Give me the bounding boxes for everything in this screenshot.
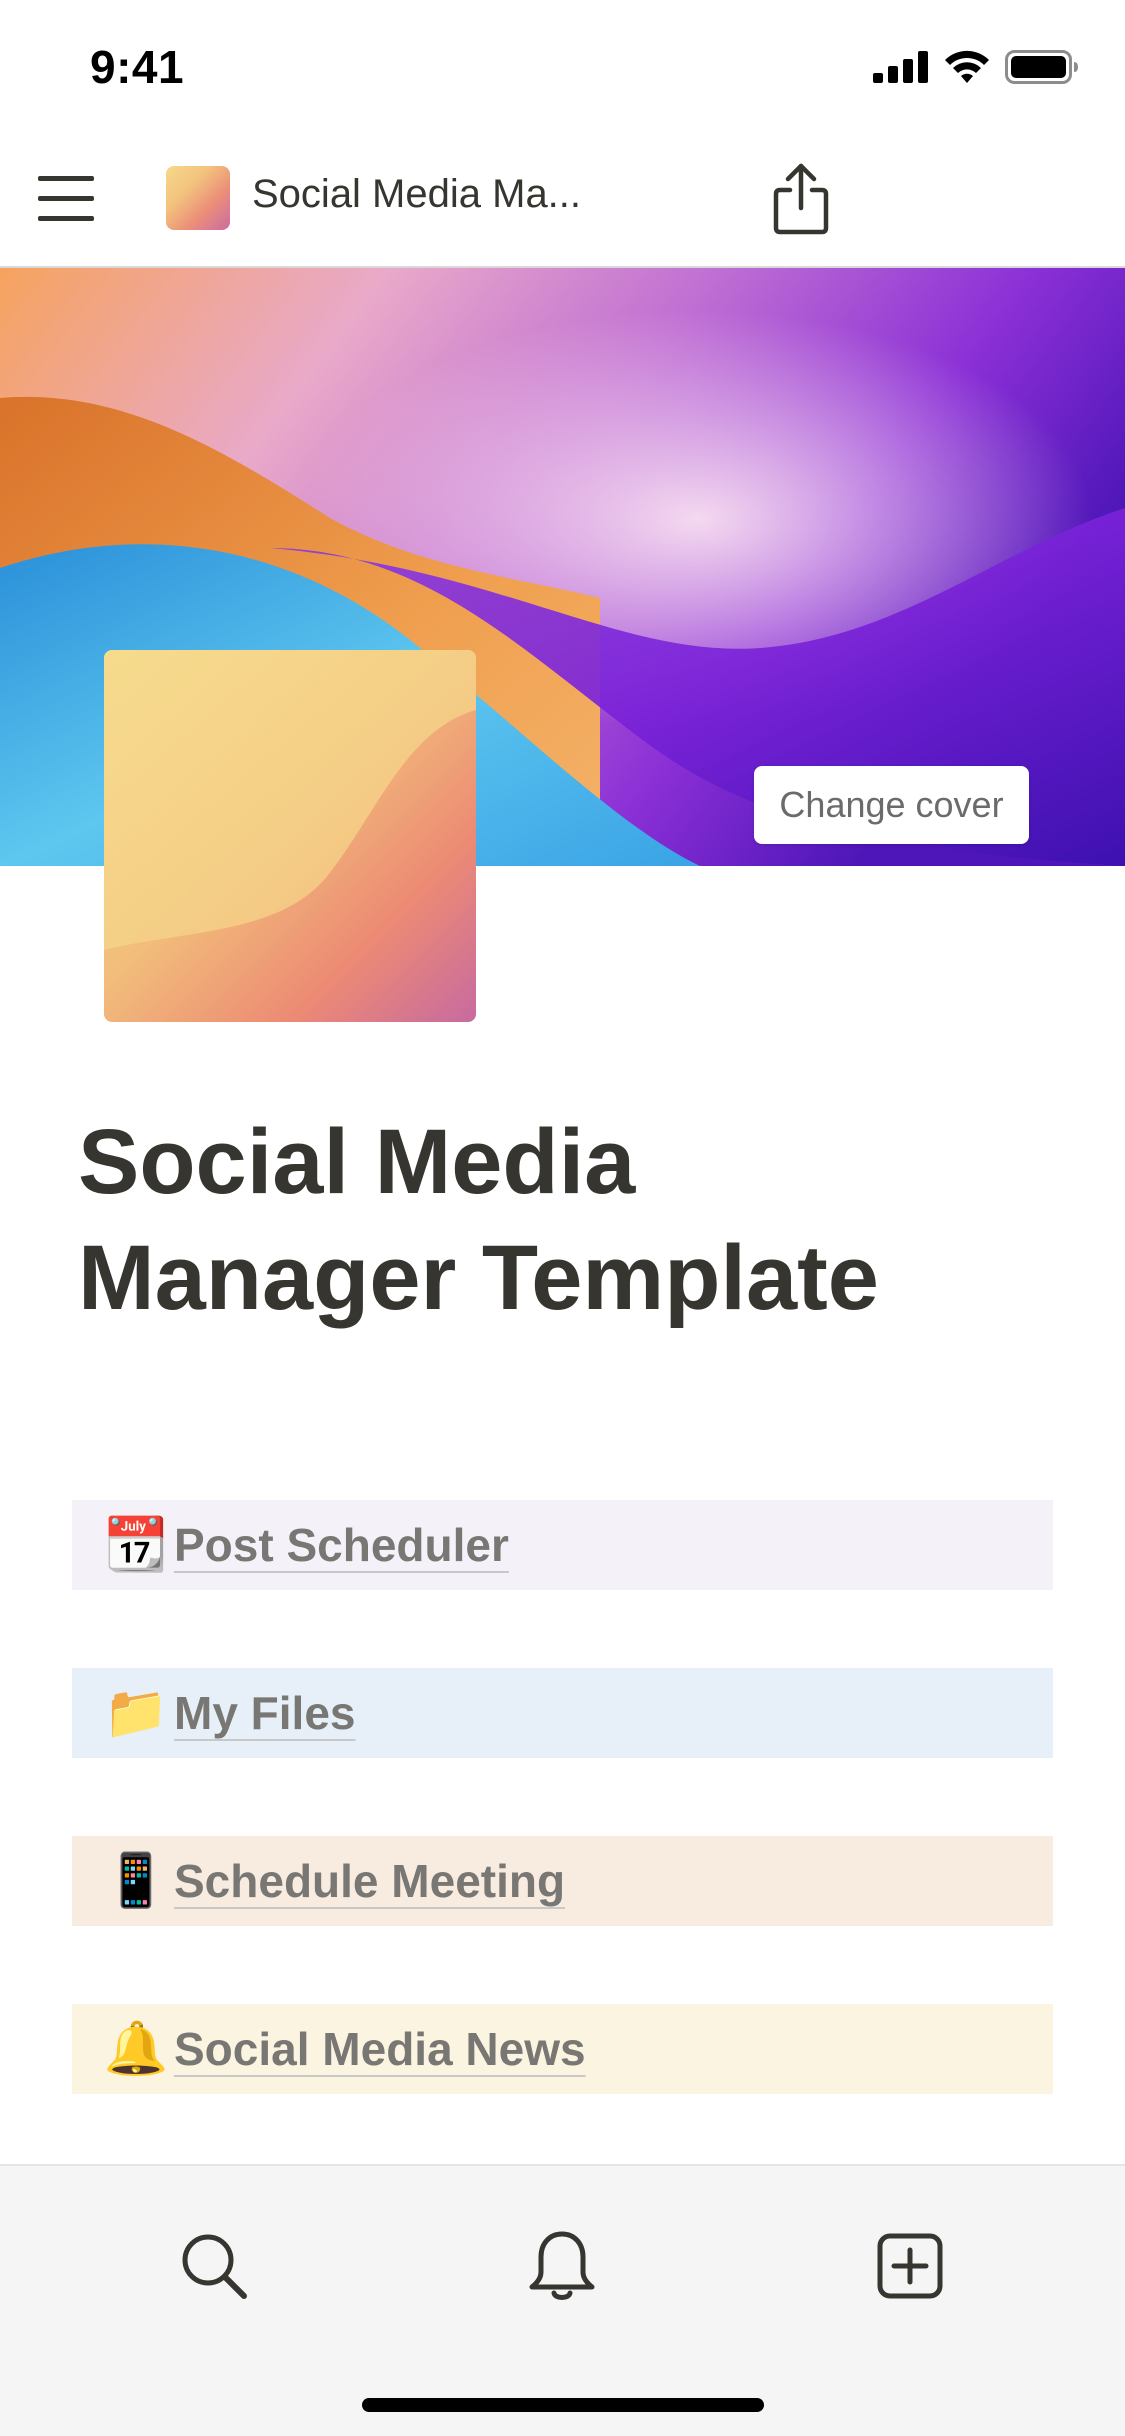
menu-icon-bar [38,216,94,221]
bottom-tab-bar [0,2164,1125,2436]
menu-icon-bar [38,176,94,181]
nav-bar: Social Media Ma... [0,132,1125,269]
cellular-signal-icon [873,51,928,83]
link-label: Social Media News [174,2023,586,2075]
folder-icon: 📁 [103,1684,169,1742]
notifications-bell-icon[interactable] [522,2226,602,2306]
nav-title[interactable]: Social Media Ma... [252,172,581,217]
link-my-files[interactable]: 📁 My Files [72,1668,1053,1758]
page-title-line-1: Social Media [78,1111,636,1213]
status-time: 9:41 [90,41,185,93]
page-title[interactable]: Social Media Manager Template [78,1104,1038,1336]
menu-icon-bar [38,196,94,201]
new-page-icon[interactable] [870,2226,950,2306]
page-title-line-2: Manager Template [78,1227,879,1329]
share-icon[interactable] [770,160,832,236]
calendar-icon: 📆 [103,1516,169,1574]
change-cover-button[interactable]: Change cover [754,766,1029,844]
link-social-media-news[interactable]: 🔔 Social Media News [72,2004,1053,2094]
link-label: My Files [174,1687,356,1739]
page-icon[interactable] [104,650,476,1022]
wifi-icon [945,50,989,83]
page-icon-art [104,650,476,1022]
search-icon[interactable] [174,2226,254,2306]
link-post-scheduler[interactable]: 📆 Post Scheduler [72,1500,1053,1590]
battery-icon [1005,50,1078,84]
link-label: Post Scheduler [174,1519,509,1571]
nav-page-icon [166,166,230,230]
menu-button[interactable] [38,172,96,222]
page: 9:41 Social Media Ma... Change cover Soc… [0,0,1125,2436]
home-indicator [362,2398,764,2412]
link-schedule-meeting[interactable]: 📱 Schedule Meeting [72,1836,1053,1926]
link-label: Schedule Meeting [174,1855,566,1907]
status-icons [873,50,1079,84]
bell-icon: 🔔 [103,2020,169,2078]
mobile-phone-icon: 📱 [103,1852,169,1910]
status-bar: 9:41 [0,0,1125,132]
